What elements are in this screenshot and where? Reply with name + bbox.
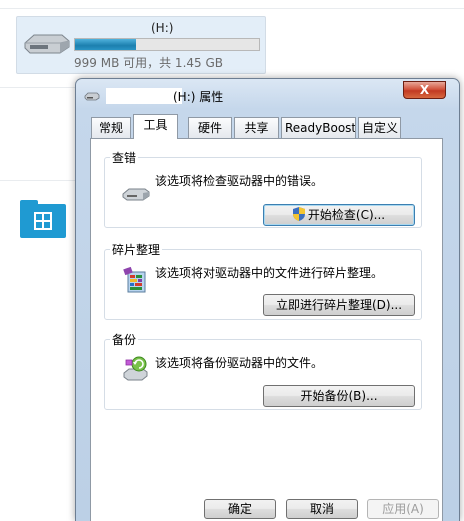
dialog-titlebar[interactable]: (H:) 属性 X — [76, 79, 459, 109]
start-check-label: 开始检查(C)... — [307, 208, 386, 222]
dialog-title: (H:) 属性 — [173, 90, 224, 104]
start-backup-button[interactable]: 开始备份(B)... — [263, 385, 415, 407]
backup-group: 备份 该选项将备份驱动器中的文件。 开始备份(B)... — [104, 331, 422, 410]
usb-drive-icon — [24, 34, 70, 54]
close-button[interactable]: X — [403, 81, 446, 99]
defrag-group: 碎片整理 该选项将对驱动器中的文件进行碎片整理。 立即进行碎片整理(D)... — [104, 241, 422, 320]
ok-button[interactable]: 确定 — [204, 499, 276, 519]
backup-title: 备份 — [110, 331, 139, 348]
drive-icon — [84, 92, 100, 101]
apply-button[interactable]: 应用(A) — [367, 499, 439, 519]
drive-tile-h[interactable]: (H:) 999 MB 可用，共 1.45 GB — [16, 16, 266, 74]
defrag-title: 碎片整理 — [110, 241, 163, 258]
tab-general[interactable]: 常规 — [91, 117, 131, 138]
title-redaction — [106, 88, 182, 104]
error-check-description: 该选项将检查驱动器中的错误。 — [155, 174, 324, 188]
explorer-separator-top — [0, 8, 464, 9]
close-icon: X — [419, 83, 430, 97]
folder-grid-glyph — [34, 212, 52, 230]
explorer-separator-lower — [0, 180, 75, 181]
drive-properties-dialog: (H:) 属性 X 常规 工具 硬件 共享 ReadyBoost 自定义 查错 … — [75, 78, 460, 521]
tab-readyboost[interactable]: ReadyBoost — [281, 117, 356, 138]
error-check-title: 查错 — [110, 149, 139, 166]
explorer-separator-middle — [0, 87, 75, 88]
tab-tools[interactable]: 工具 — [133, 114, 178, 139]
backup-icon — [123, 356, 148, 381]
backup-description: 该选项将备份驱动器中的文件。 — [155, 356, 324, 370]
tab-hardware[interactable]: 硬件 — [188, 117, 232, 138]
drive-usage-fill — [75, 39, 136, 50]
tab-sharing[interactable]: 共享 — [234, 117, 279, 138]
drive-usage-bar — [74, 38, 260, 51]
error-check-group: 查错 该选项将检查驱动器中的错误。 开始检查(C)... — [104, 149, 422, 228]
uac-shield-icon — [292, 207, 305, 221]
cancel-button[interactable]: 取消 — [286, 499, 358, 519]
defrag-icon — [123, 266, 146, 293]
drive-name: (H:) — [151, 21, 174, 35]
disk-check-icon — [122, 188, 150, 201]
defragment-now-button[interactable]: 立即进行碎片整理(D)... — [263, 294, 415, 316]
drive-free-space: 999 MB 可用，共 1.45 GB — [74, 56, 223, 70]
start-check-button[interactable]: 开始检查(C)... — [263, 204, 415, 226]
tab-customize[interactable]: 自定义 — [358, 117, 401, 138]
defrag-description: 该选项将对驱动器中的文件进行碎片整理。 — [155, 266, 384, 280]
tools-tab-panel: 查错 该选项将检查驱动器中的错误。 开始检查(C)... 碎片整理 该选项将对驱… — [90, 138, 443, 521]
library-folder-icon[interactable] — [20, 200, 68, 240]
